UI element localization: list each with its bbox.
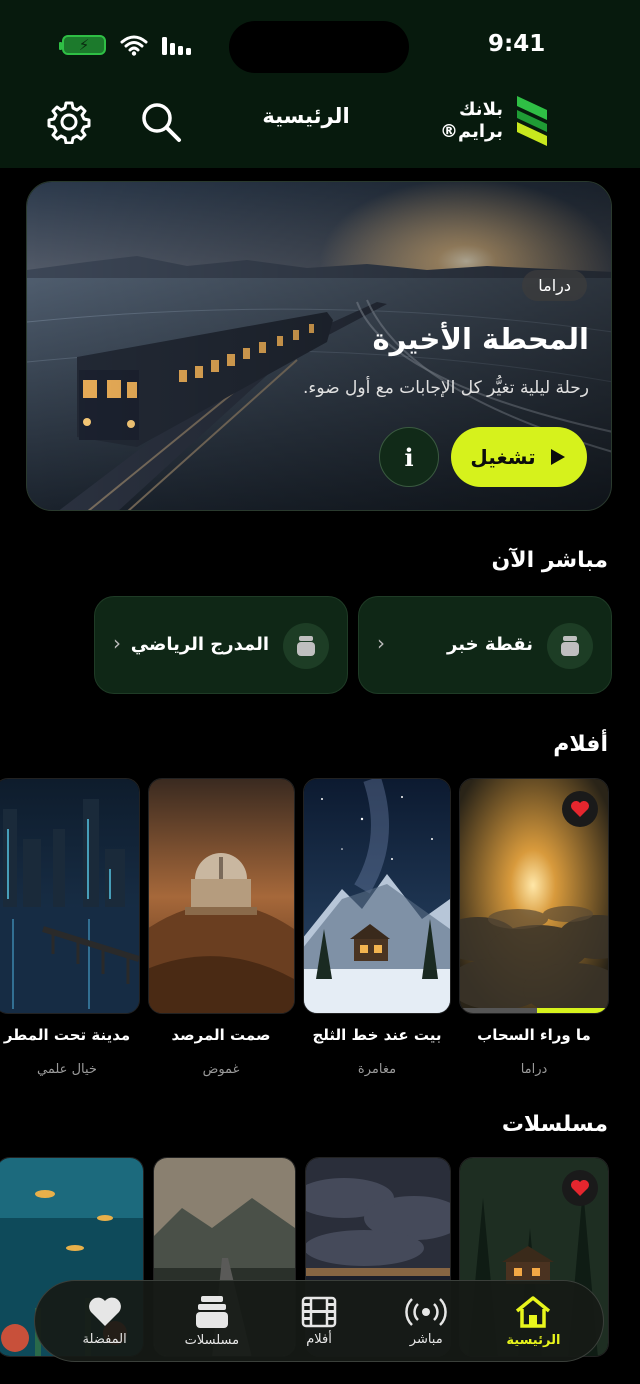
- wifi-icon: [120, 35, 148, 56]
- tv-stack-icon: [195, 1295, 228, 1328]
- heart-icon: [571, 801, 589, 817]
- channel-label: نقطة خبر: [447, 634, 533, 655]
- broadcast-icon: [405, 1297, 447, 1326]
- genre-badge: دراما: [522, 270, 587, 301]
- brand-name: بلانك برايم®: [440, 99, 503, 142]
- channel-icon: [547, 623, 593, 669]
- favorite-badge[interactable]: [562, 791, 598, 827]
- movie-genre: مغامرة: [357, 1062, 397, 1077]
- movie-poster[interactable]: [303, 778, 451, 1014]
- chevron-left-icon: ‹: [377, 631, 385, 655]
- nav-item-movies[interactable]: أفلام: [271, 1296, 367, 1347]
- home-icon: [516, 1295, 551, 1328]
- page-title: الرئيسية: [262, 104, 350, 128]
- movie-title: بيت عند خط الثلج: [312, 1026, 442, 1044]
- play-button[interactable]: تشغيل: [451, 427, 587, 487]
- hero-description: رحلة ليلية تغيُّر كل الإجابات مع أول ضوء…: [303, 378, 589, 398]
- live-channel-card[interactable]: المدرج الرياضي ‹: [94, 596, 348, 694]
- hero-title: المحطة الأخيرة: [372, 322, 589, 356]
- top-bar: ⚡ 9:41 الرئيسية بلانك برايم®: [0, 0, 640, 168]
- signal-icon: [162, 37, 191, 55]
- movie-poster[interactable]: [0, 778, 140, 1014]
- live-channel-card[interactable]: نقطة خبر ‹: [358, 596, 612, 694]
- battery-icon: ⚡: [59, 35, 106, 55]
- section-title-movies: أفلام: [553, 732, 608, 757]
- search-icon: [142, 103, 181, 142]
- gear-icon: [47, 101, 91, 144]
- movie-title: مدينة تحت المطر: [3, 1026, 131, 1044]
- nav-label: مسلسلات: [184, 1332, 240, 1348]
- section-title-live: مباشر الآن: [491, 548, 608, 573]
- nav-item-series[interactable]: مسلسلات: [164, 1295, 260, 1348]
- hero-banner[interactable]: دراما المحطة الأخيرة رحلة ليلية تغيُّر ك…: [26, 181, 612, 511]
- nav-item-home[interactable]: الرئيسية: [485, 1295, 581, 1348]
- movie-genre: خيال علمي: [37, 1062, 97, 1077]
- channel-icon: [283, 623, 329, 669]
- movie-genre: دراما: [520, 1062, 548, 1077]
- nav-label: المفضلة: [82, 1331, 127, 1347]
- film-icon: [301, 1296, 337, 1327]
- nav-label: مباشر: [409, 1331, 443, 1347]
- nav-label: أفلام: [306, 1331, 332, 1347]
- movie-title: صمت المرصد: [171, 1026, 271, 1044]
- status-icons: ⚡: [59, 34, 192, 56]
- info-button[interactable]: i: [379, 427, 439, 487]
- brand-mark-icon: [517, 96, 547, 146]
- channel-label: المدرج الرياضي: [130, 634, 269, 655]
- dynamic-island: [229, 21, 409, 73]
- status-time: 9:41: [488, 31, 546, 57]
- nav-label: الرئيسية: [506, 1332, 561, 1348]
- chevron-left-icon: ‹: [113, 631, 121, 655]
- watch-progress: [460, 1008, 608, 1013]
- favorite-badge[interactable]: [562, 1170, 598, 1206]
- movie-title: ما وراء السحاب: [477, 1026, 591, 1044]
- movie-genre: غموض: [202, 1062, 240, 1077]
- bottom-navigation: الرئيسية مباشر أفلام مسلسلات المفضلة: [34, 1280, 604, 1362]
- section-title-series: مسلسلات: [501, 1112, 608, 1137]
- play-icon: [550, 449, 565, 465]
- nav-item-favorites[interactable]: المفضلة: [57, 1296, 153, 1347]
- movie-poster[interactable]: [459, 778, 609, 1014]
- settings-button[interactable]: [45, 98, 93, 146]
- movie-poster[interactable]: [148, 778, 295, 1014]
- info-icon: i: [404, 442, 414, 472]
- brand-logo[interactable]: بلانك برايم®: [440, 94, 551, 148]
- heart-icon: [571, 1180, 589, 1196]
- search-button[interactable]: [137, 98, 185, 146]
- heart-icon: [88, 1297, 121, 1326]
- play-label: تشغيل: [470, 445, 536, 469]
- nav-item-live[interactable]: مباشر: [378, 1296, 474, 1347]
